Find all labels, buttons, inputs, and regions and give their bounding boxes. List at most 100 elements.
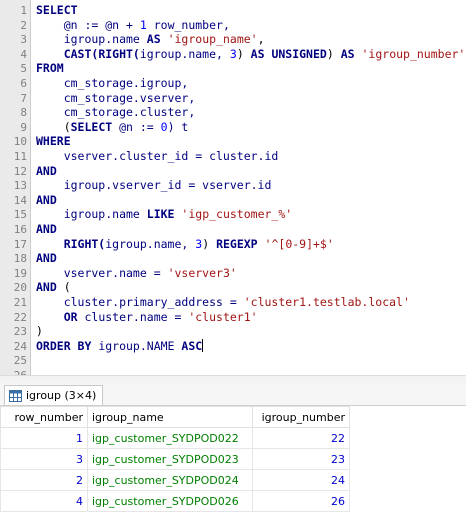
code-token: SELECT xyxy=(70,119,113,134)
code-text: RIGHT(igroup.name, 3) REGEXP '^[0-9]+$' xyxy=(36,237,334,252)
code-token: ) xyxy=(36,324,43,339)
code-token: LIKE xyxy=(146,207,175,222)
code-text: SELECT xyxy=(36,3,78,18)
code-line[interactable]: 22 OR cluster.name = 'cluster1' xyxy=(0,310,466,325)
line-number: 8 xyxy=(20,106,27,120)
code-token: FROM xyxy=(36,61,64,76)
code-line[interactable]: 14 AND xyxy=(0,193,466,208)
code-line[interactable]: 7 cm_storage.vserver, xyxy=(0,91,466,106)
code-token: AS xyxy=(146,32,161,47)
line-number: 4 xyxy=(20,47,27,61)
code-token: 'igroup_number' xyxy=(361,46,466,61)
code-line[interactable]: 16 AND xyxy=(0,222,466,237)
code-line[interactable]: 25 xyxy=(0,353,466,368)
code-token: igroup.name, xyxy=(105,236,196,251)
line-number: 5 xyxy=(20,62,27,76)
code-line[interactable]: 5 FROM xyxy=(0,61,466,76)
code-text: AND xyxy=(36,164,57,179)
code-token: AND xyxy=(36,222,57,236)
code-line[interactable]: 11 vserver.cluster_id = cluster.id xyxy=(0,149,466,164)
table-row[interactable]: 1 igp_customer_SYDPOD022 22 xyxy=(0,427,350,449)
cell-igroup-name[interactable]: igp_customer_SYDPOD026 xyxy=(87,490,253,512)
code-text: FROM xyxy=(36,61,64,76)
line-number: 12 xyxy=(13,164,27,178)
line-number: 25 xyxy=(13,354,27,368)
column-header-row-number[interactable]: row_number xyxy=(0,406,88,428)
line-number: 14 xyxy=(13,193,27,207)
code-text: igroup.name AS 'igroup_name', xyxy=(36,32,265,47)
code-text: AND ( xyxy=(36,280,71,295)
code-line[interactable]: 4 CAST(RIGHT(igroup.name, 3) AS UNSIGNED… xyxy=(0,47,466,62)
cell-igroup-number[interactable]: 22 xyxy=(252,427,350,449)
result-tab-label: igroup (3×4) xyxy=(26,389,97,402)
column-header-igroup-name[interactable]: igroup_name xyxy=(87,406,253,428)
code-token: cluster.name = xyxy=(77,309,189,324)
header-row: row_number igroup_name igroup_number xyxy=(0,406,350,428)
code-token: ( xyxy=(56,280,71,295)
code-line[interactable]: 17 RIGHT(igroup.name, 3) REGEXP '^[0-9]+… xyxy=(0,237,466,252)
code-text: cm_storage.igroup, xyxy=(36,76,189,91)
code-line[interactable]: 24 ORDER BY igroup.NAME ASC xyxy=(0,338,466,354)
code-line[interactable]: 23) xyxy=(0,324,466,339)
code-line[interactable]: 15 igroup.name LIKE 'igp_customer_%' xyxy=(0,207,466,222)
line-number: 23 xyxy=(13,325,27,339)
code-line[interactable]: 6 cm_storage.igroup, xyxy=(0,76,466,91)
code-line[interactable]: 9 (SELECT @n := 0) t xyxy=(0,120,466,135)
code-token: ( xyxy=(36,119,71,134)
code-token: 'igroup_name' xyxy=(167,32,258,47)
table-row[interactable]: 4 igp_customer_SYDPOD026 26 xyxy=(0,490,350,512)
result-tab[interactable]: igroup (3×4) xyxy=(4,385,104,405)
code-text: cm_storage.cluster, xyxy=(36,105,196,120)
line-number: 18 xyxy=(13,252,27,266)
code-token: igroup.NAME xyxy=(91,338,182,353)
cell-row-number[interactable]: 1 xyxy=(0,427,88,449)
code-token: igroup.name, xyxy=(139,46,230,61)
line-number: 13 xyxy=(13,179,27,193)
code-line[interactable]: 12 AND xyxy=(0,164,466,179)
code-token: igroup.name xyxy=(36,207,147,222)
code-line[interactable]: 21 cluster.primary_address = 'cluster1.t… xyxy=(0,295,466,310)
code-token: OR xyxy=(36,309,78,324)
cell-igroup-number[interactable]: 26 xyxy=(252,490,350,512)
code-line[interactable]: 8 cm_storage.cluster, xyxy=(0,105,466,120)
code-line[interactable]: 20 AND ( xyxy=(0,280,466,295)
cell-row-number[interactable]: 3 xyxy=(0,448,88,470)
line-number: 1 xyxy=(20,4,27,17)
cell-row-number[interactable]: 2 xyxy=(0,469,88,491)
code-line[interactable]: 2 @n := @n + 1 row_number, xyxy=(0,18,466,33)
code-line[interactable]: 1 SELECT xyxy=(0,3,466,18)
line-number: 15 xyxy=(13,208,27,222)
code-line[interactable]: 19 vserver.name = 'vserver3' xyxy=(0,266,466,281)
cell-igroup-name[interactable]: igp_customer_SYDPOD022 xyxy=(87,427,253,449)
line-number: 7 xyxy=(20,91,27,105)
code-line[interactable]: 26 xyxy=(0,368,466,375)
code-line[interactable]: 18 AND xyxy=(0,251,466,266)
cell-igroup-number[interactable]: 24 xyxy=(252,469,350,491)
cell-igroup-name[interactable]: igp_customer_SYDPOD023 xyxy=(87,448,253,470)
code-line[interactable]: 10 WHERE xyxy=(0,134,466,149)
cell-row-number[interactable]: 4 xyxy=(0,490,88,512)
code-text: igroup.name LIKE 'igp_customer_%' xyxy=(36,207,293,222)
code-token: row_number, xyxy=(146,17,230,32)
table-row[interactable]: 2 igp_customer_SYDPOD024 24 xyxy=(0,469,350,491)
line-number: 2 xyxy=(20,18,27,32)
code-token: cm_storage.vserver, xyxy=(36,90,196,105)
code-line[interactable]: 3 igroup.name AS 'igroup_name', xyxy=(0,32,466,47)
result-grid[interactable]: row_number igroup_name igroup_number 1 ig… xyxy=(0,406,466,512)
line-number: 3 xyxy=(20,33,27,47)
column-header-igroup-number[interactable]: igroup_number xyxy=(252,406,350,428)
line-number: 20 xyxy=(13,281,27,295)
cell-igroup-number[interactable]: 23 xyxy=(252,448,350,470)
code-text: CAST(RIGHT(igroup.name, 3) AS UNSIGNED) … xyxy=(36,46,466,62)
table-row[interactable]: 3 igp_customer_SYDPOD023 23 xyxy=(0,448,350,470)
cell-igroup-name[interactable]: igp_customer_SYDPOD024 xyxy=(87,469,253,491)
code-token: ASC xyxy=(181,338,203,353)
sql-editor[interactable]: 1 SELECT 2 @n := @n + 1 row_number, 3 igrou… xyxy=(0,0,466,375)
code-line[interactable]: 13 igroup.vserver_id = vserver.id xyxy=(0,178,466,193)
line-number: 9 xyxy=(20,120,27,134)
code-text: cm_storage.vserver, xyxy=(36,90,196,106)
code-token: ) t xyxy=(167,119,189,134)
